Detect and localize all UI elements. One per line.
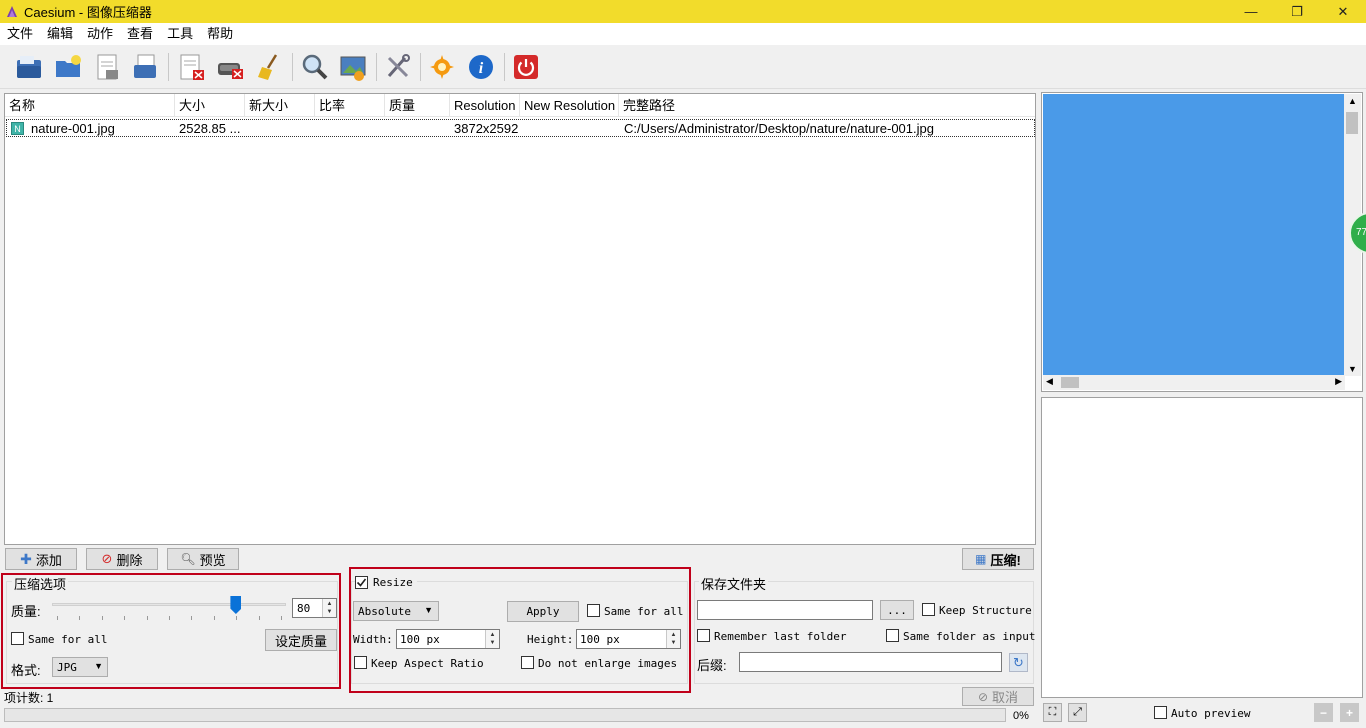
magnifier-icon: 🔍︎ [180, 552, 196, 566]
chevron-down-icon[interactable]: ▼ [1348, 364, 1357, 374]
delete-button-label: 删除 [116, 552, 143, 568]
menu-file[interactable]: 文件 [0, 23, 40, 45]
same-folder-checkbox[interactable] [886, 629, 899, 642]
column-resolution[interactable]: Resolution [450, 94, 520, 117]
progress-text: 0% [1013, 710, 1029, 722]
close-button[interactable]: ✕ [1320, 0, 1366, 23]
cell-name: nature-001.jpg [31, 121, 115, 136]
preview-original-image [1043, 94, 1345, 376]
toolbar: i [0, 45, 1366, 89]
column-name[interactable]: 名称 [5, 94, 175, 117]
full-size-icon[interactable]: ⤢ [1068, 703, 1087, 722]
chevron-right-icon[interactable]: ▶ [1335, 376, 1342, 387]
forbidden-icon: ⊘ [977, 689, 989, 704]
open-file-icon[interactable] [12, 50, 46, 84]
remember-folder-checkbox[interactable] [697, 629, 710, 642]
image-file-icon: N [11, 122, 24, 135]
keep-structure-label: Keep Structure [939, 604, 1032, 617]
compress-button-label: 压缩! [990, 552, 1021, 568]
info-icon[interactable]: i [464, 50, 498, 84]
svg-text:N: N [14, 124, 21, 134]
plus-icon: ✚ [20, 550, 32, 567]
menu-help[interactable]: 帮助 [200, 23, 240, 45]
menu-tools[interactable]: 工具 [160, 23, 200, 45]
column-ratio[interactable]: 比率 [315, 94, 385, 117]
auto-preview-label: Auto preview [1171, 707, 1251, 720]
floating-badge[interactable]: 77 [1349, 212, 1366, 254]
output-folder-title: 保存文件夹 [699, 574, 769, 593]
progress-bar [4, 708, 1006, 722]
vertical-scroll-thumb[interactable] [1346, 112, 1358, 134]
column-new-size[interactable]: 新大小 [245, 94, 315, 117]
compress-button[interactable]: ▦ 压缩! [962, 548, 1034, 570]
highlight-box-compression [1, 573, 341, 689]
keep-structure-checkbox[interactable] [922, 603, 935, 616]
caesium-logo-icon [7, 5, 17, 17]
preview-image-icon[interactable] [336, 50, 370, 84]
refresh-icon[interactable]: ↻ [1009, 653, 1028, 672]
update-icon[interactable] [425, 50, 459, 84]
svg-text:i: i [479, 60, 484, 77]
power-icon[interactable] [509, 50, 543, 84]
remove-item-icon[interactable] [174, 50, 208, 84]
chevron-left-icon[interactable]: ◀ [1046, 376, 1053, 387]
table-row[interactable]: N nature-001.jpg 2528.85 ... 3872x2592 C… [6, 119, 1035, 137]
preview-button-label: 预览 [199, 552, 226, 568]
suffix-label: 后缀: [697, 658, 727, 673]
broom-icon[interactable] [252, 50, 286, 84]
item-count: 项计数: 1 [4, 691, 54, 705]
browse-button[interactable]: ... [880, 600, 914, 620]
tools-icon[interactable] [381, 50, 415, 84]
file-list[interactable]: 名称 大小 新大小 比率 质量 Resolution New Resolutio… [4, 93, 1036, 545]
menu-view[interactable]: 查看 [120, 23, 160, 45]
horizontal-scroll-thumb[interactable] [1061, 377, 1079, 388]
search-icon[interactable] [297, 50, 331, 84]
fit-to-window-icon[interactable]: ⛶ [1043, 703, 1062, 722]
column-new-resolution[interactable]: New Resolution [520, 94, 619, 117]
auto-preview-checkbox[interactable] [1154, 706, 1167, 719]
preview-horizontal-scrollbar[interactable]: ◀ ▶ [1043, 375, 1345, 390]
cancel-button-label: 取消 [992, 690, 1019, 705]
menu-bar: 文件 编辑 动作 查看 工具 帮助 [0, 23, 1366, 45]
preview-button[interactable]: 🔍︎ 预览 [167, 548, 239, 570]
cell-size: 2528.85 ... [179, 121, 241, 136]
forbidden-icon: ⊘ [101, 551, 113, 566]
add-button[interactable]: ✚ 添加 [5, 548, 77, 570]
cell-resolution: 3872x2592 [454, 121, 519, 136]
add-button-label: 添加 [35, 552, 62, 568]
window-title: Caesium - 图像压缩器 [24, 5, 152, 20]
restore-button[interactable]: ❐ [1274, 0, 1320, 23]
zoom-in-icon[interactable]: + [1340, 703, 1359, 722]
output-folder-input[interactable] [697, 600, 873, 620]
remember-folder-label: Remember last folder [714, 630, 847, 643]
save-all-icon[interactable] [128, 50, 162, 84]
menu-action[interactable]: 动作 [80, 23, 120, 45]
column-size[interactable]: 大小 [175, 94, 245, 117]
compress-icon: ▦ [975, 552, 987, 566]
cancel-button[interactable]: ⊘ 取消 [962, 687, 1034, 706]
highlight-box-resize [349, 567, 691, 693]
open-folder-icon[interactable] [51, 50, 85, 84]
column-full-path[interactable]: 完整路径 [619, 94, 1035, 117]
menu-edit[interactable]: 编辑 [40, 23, 80, 45]
preview-original-panel[interactable]: ▲ ▼ ◀ ▶ [1041, 92, 1363, 392]
clear-list-icon[interactable] [213, 50, 247, 84]
column-quality[interactable]: 质量 [385, 94, 450, 117]
delete-button[interactable]: ⊘ 删除 [86, 548, 158, 570]
zoom-out-icon[interactable]: − [1314, 703, 1333, 722]
same-folder-label: Same folder as input [903, 630, 1036, 643]
minimize-button[interactable]: — [1228, 0, 1274, 23]
chevron-up-icon[interactable]: ▲ [1348, 96, 1357, 106]
suffix-input[interactable] [739, 652, 1002, 672]
save-icon[interactable] [90, 50, 124, 84]
badge-value: 77 [1349, 212, 1366, 254]
title-bar: Caesium - 图像压缩器 [0, 0, 1366, 23]
preview-compressed-panel[interactable] [1041, 397, 1363, 698]
file-list-header: 名称 大小 新大小 比率 质量 Resolution New Resolutio… [5, 94, 1035, 117]
cell-full-path: C:/Users/Administrator/Desktop/nature/na… [624, 121, 934, 136]
